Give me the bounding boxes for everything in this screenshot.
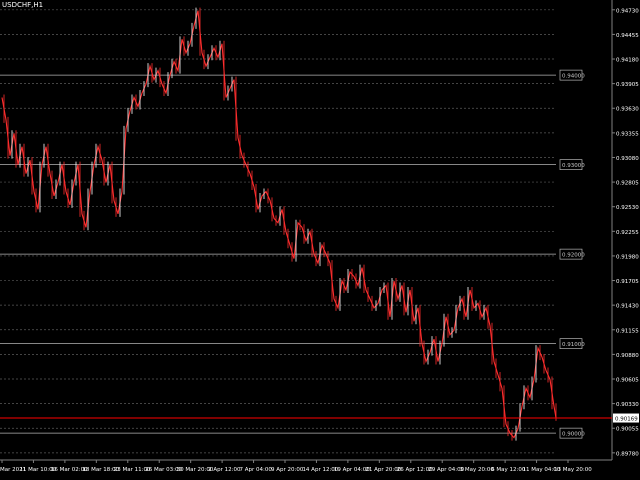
y-tick-label: 0.93355 bbox=[616, 131, 639, 137]
x-tick-label: 2 Apr 12:00 bbox=[208, 467, 241, 473]
y-tick-label: 0.91980 bbox=[616, 254, 639, 260]
y-tick-label: 0.90330 bbox=[616, 402, 639, 408]
current-price-line: 0.90169 bbox=[0, 413, 639, 423]
y-tick-label: 0.93905 bbox=[616, 82, 639, 88]
y-tick-label: 0.94730 bbox=[616, 8, 639, 14]
price-line bbox=[1, 10, 557, 439]
round-level-label: 0.92000 bbox=[562, 253, 585, 259]
y-tick-label: 0.91430 bbox=[616, 304, 639, 310]
x-tick-label: 3 May 20:00 bbox=[460, 467, 495, 473]
y-tick-label: 0.91705 bbox=[616, 279, 639, 285]
round-level-label: 0.91000 bbox=[562, 342, 585, 348]
x-axis: Mar 202111 Mar 10:0016 Mar 02:0018 Mar 1… bbox=[0, 460, 592, 473]
round-level-label: 0.90000 bbox=[562, 432, 585, 438]
x-tick-label: 7 Apr 04:00 bbox=[240, 467, 273, 473]
y-tick-label: 0.90605 bbox=[616, 377, 639, 383]
grid-lines bbox=[0, 0, 613, 461]
y-tick-label: 0.89780 bbox=[616, 451, 639, 457]
y-tick-label: 0.90880 bbox=[616, 353, 639, 359]
y-tick-label: 0.92805 bbox=[616, 181, 639, 187]
x-tick-label: 6 May 12:00 bbox=[491, 467, 526, 473]
y-tick-label: 0.90055 bbox=[616, 427, 639, 433]
y-tick-label: 0.94180 bbox=[616, 58, 639, 64]
current-price-label: 0.90169 bbox=[615, 417, 638, 423]
round-level-label: 0.94000 bbox=[562, 74, 585, 80]
round-level-label: 0.93000 bbox=[562, 163, 585, 169]
x-tick-label: 13 May 20:00 bbox=[554, 467, 592, 473]
y-tick-label: 0.93080 bbox=[616, 156, 639, 162]
y-tick-label: 0.91155 bbox=[616, 328, 639, 334]
y-tick-label: 0.93630 bbox=[616, 107, 639, 113]
y-axis: 0.94730 0.94455 0.94180 0.93905 0.93630 0.933… bbox=[612, 8, 639, 457]
price-series bbox=[1, 7, 557, 441]
y-tick-label: 0.92255 bbox=[616, 230, 639, 236]
x-tick-label: 9 Apr 20:00 bbox=[271, 467, 304, 473]
y-tick-label: 0.94455 bbox=[616, 33, 639, 39]
price-chart[interactable]: 0.94000 0.93000 0.92000 0.91000 0.90000 0.90… bbox=[0, 0, 640, 480]
y-tick-label: 0.92530 bbox=[616, 205, 639, 211]
